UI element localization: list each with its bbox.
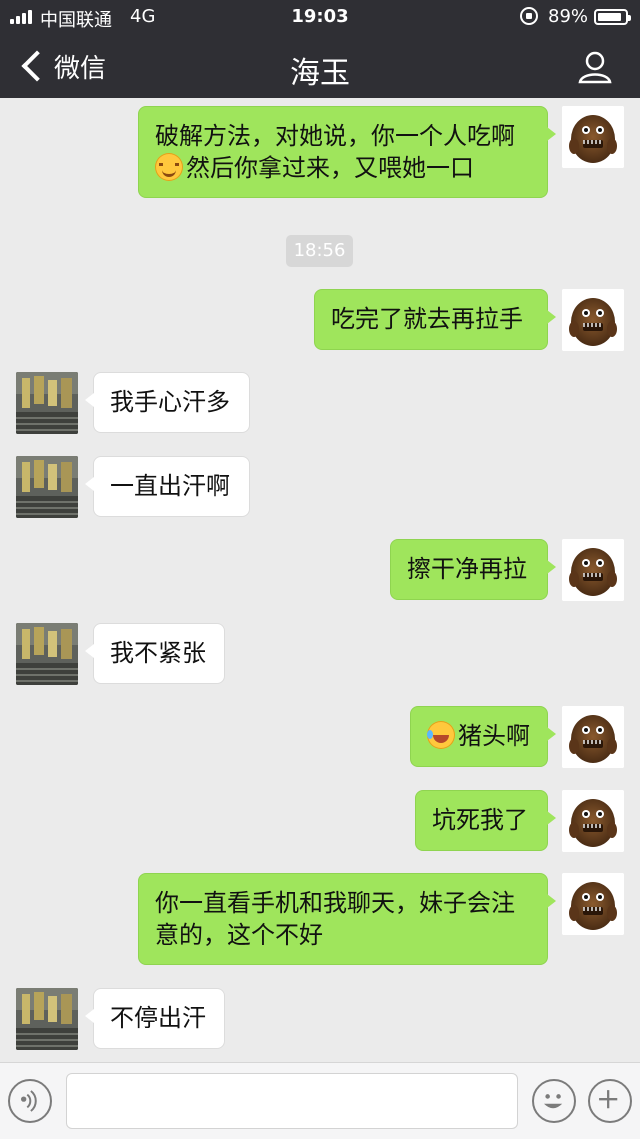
- message-text: 然后你拿过来，又喂她一口: [186, 154, 474, 182]
- rotation-lock-icon: [520, 7, 538, 25]
- message-text: 破解方法，对她说，你一个人吃啊: [155, 122, 515, 150]
- message-text: 擦干净再拉: [407, 555, 527, 583]
- message-text: 我手心汗多: [110, 388, 230, 416]
- my-avatar[interactable]: [562, 106, 624, 168]
- battery-icon: [594, 9, 631, 25]
- message-bubble[interactable]: 我手心汗多: [85, 372, 250, 433]
- voice-input-icon[interactable]: [8, 1079, 52, 1123]
- my-avatar[interactable]: [562, 539, 624, 601]
- message-bubble[interactable]: 你一直看手机和我聊天，妹子会注 意的，这个不好: [138, 873, 556, 965]
- my-avatar[interactable]: [562, 873, 624, 935]
- contact-profile-icon[interactable]: [578, 50, 612, 84]
- input-bar: [0, 1062, 640, 1139]
- message-bubble[interactable]: 坑死我了: [415, 790, 556, 851]
- message-text: 坑死我了: [432, 806, 528, 834]
- battery-percent: 89%: [548, 6, 589, 27]
- message-text: 我不紧张: [110, 639, 206, 667]
- contact-avatar[interactable]: [16, 372, 78, 434]
- top-bar: 中国联通 4G 19:03 89% 微信 海玉: [0, 0, 640, 98]
- my-avatar[interactable]: [562, 706, 624, 768]
- message-bubble[interactable]: 我不紧张: [85, 623, 225, 684]
- contact-avatar[interactable]: [16, 623, 78, 685]
- status-time: 19:03: [291, 6, 349, 27]
- message-text: 意的，这个不好: [155, 921, 323, 949]
- message-text: 不停出汗: [110, 1004, 206, 1032]
- message-bubble[interactable]: 擦干净再拉: [390, 539, 556, 600]
- message-bubble[interactable]: 破解方法，对她说，你一个人吃啊 然后你拿过来，又喂她一口: [138, 106, 556, 198]
- emoji-picker-icon[interactable]: [532, 1079, 576, 1123]
- timestamp-chip: 18:56: [286, 235, 353, 267]
- message-text: 吃完了就去再拉手: [331, 305, 523, 333]
- contact-avatar[interactable]: [16, 988, 78, 1050]
- chat-title: 海玉: [290, 56, 350, 91]
- plus-icon[interactable]: [588, 1079, 632, 1123]
- my-avatar[interactable]: [562, 289, 624, 351]
- laughing-tears-emoji-icon: [427, 721, 455, 749]
- message-text: 猪头啊: [458, 722, 530, 750]
- contact-avatar[interactable]: [16, 456, 78, 518]
- message-bubble[interactable]: 不停出汗: [85, 988, 225, 1049]
- my-avatar[interactable]: [562, 790, 624, 852]
- message-bubble[interactable]: 吃完了就去再拉手: [314, 289, 556, 350]
- message-bubble[interactable]: 猪头啊: [410, 706, 556, 767]
- message-text: 一直出汗啊: [110, 472, 230, 500]
- status-bar: 中国联通 4G 19:03 89%: [0, 0, 640, 32]
- message-text: 你一直看手机和我聊天，妹子会注: [155, 889, 515, 917]
- nav-bar: 微信 海玉: [0, 34, 640, 98]
- message-input[interactable]: [66, 1073, 518, 1129]
- blushing-smile-emoji-icon: [155, 153, 183, 181]
- message-bubble[interactable]: 一直出汗啊: [85, 456, 250, 517]
